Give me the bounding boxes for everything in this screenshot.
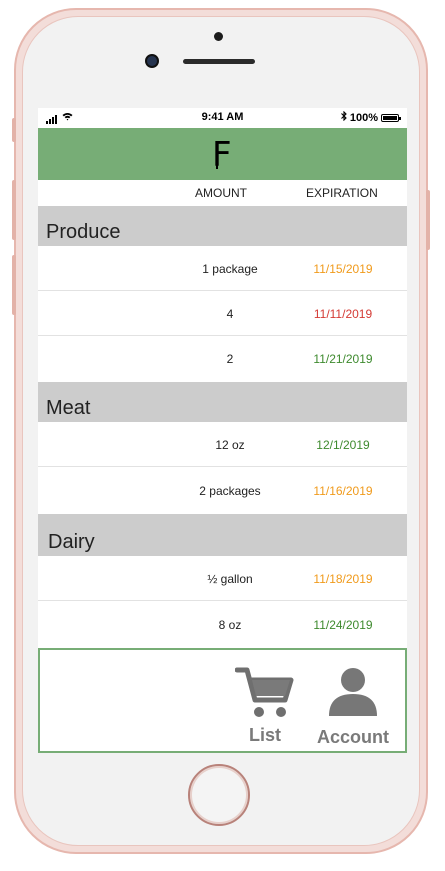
status-bar: 9:41 AM 100%: [38, 108, 407, 128]
bottom-nav: List Account: [38, 648, 407, 753]
mute-switch: [12, 118, 16, 142]
item-expiration: 11/16/2019: [313, 484, 373, 498]
nav-list-button[interactable]: List: [230, 666, 300, 746]
section-title: Produce: [46, 221, 121, 243]
nav-account-button[interactable]: Account: [312, 666, 394, 748]
section-header-produce: Produce: [38, 206, 407, 246]
item-expiration: 12/1/2019: [316, 438, 370, 452]
section-title: Meat: [46, 397, 91, 419]
logo-accent: [216, 141, 218, 169]
user-icon: [329, 668, 377, 716]
item-amount: 12 oz: [215, 438, 245, 452]
column-header-amount: AMOUNT: [195, 186, 247, 200]
item-amount: ½ gallon: [207, 572, 253, 586]
list-item[interactable]: 4 11/11/2019: [38, 291, 407, 336]
cart-icon: [234, 667, 294, 717]
list-item[interactable]: 2 11/21/2019: [38, 336, 407, 381]
item-expiration: 11/21/2019: [313, 352, 373, 366]
list-item[interactable]: 12 oz 12/1/2019: [38, 422, 407, 467]
front-camera: [145, 54, 159, 68]
item-amount: 2: [226, 352, 234, 366]
section-title: Dairy: [48, 531, 95, 553]
list-item[interactable]: 1 package 11/15/2019: [38, 246, 407, 291]
item-amount: 4: [226, 307, 234, 321]
item-expiration: 11/11/2019: [313, 307, 373, 321]
list-item[interactable]: 2 packages 11/16/2019: [38, 468, 407, 513]
item-amount: 8 oz: [218, 618, 242, 632]
power-button: [426, 190, 430, 250]
item-amount: 1 package: [202, 262, 258, 276]
bluetooth-icon: [340, 110, 347, 124]
volume-up-button: [12, 180, 16, 240]
earpiece-speaker: [183, 59, 255, 64]
list-item[interactable]: ½ gallon 11/18/2019: [38, 556, 407, 601]
section-header-dairy: Dairy: [38, 514, 407, 556]
battery-icon: [381, 113, 401, 122]
status-right: 100%: [340, 110, 401, 124]
nav-list-label: List: [248, 725, 281, 745]
item-expiration: 11/18/2019: [313, 572, 373, 586]
item-expiration: 11/24/2019: [313, 618, 373, 632]
app-screen: 9:41 AM 100% F AMOUNT EXPIRATION Produce…: [38, 108, 407, 753]
battery-percent: 100%: [349, 111, 378, 124]
app-logo: F: [212, 135, 232, 175]
nav-account-label: Account: [317, 727, 389, 747]
proximity-sensor: [214, 32, 223, 41]
volume-down-button: [12, 255, 16, 315]
section-header-meat: Meat: [38, 382, 407, 422]
column-header-expiration: EXPIRATION: [306, 186, 378, 200]
home-button[interactable]: [188, 764, 250, 826]
list-item[interactable]: 8 oz 11/24/2019: [38, 602, 407, 647]
item-amount: 2 packages: [199, 484, 261, 498]
app-header: F: [38, 128, 407, 180]
item-expiration: 11/15/2019: [313, 262, 373, 276]
